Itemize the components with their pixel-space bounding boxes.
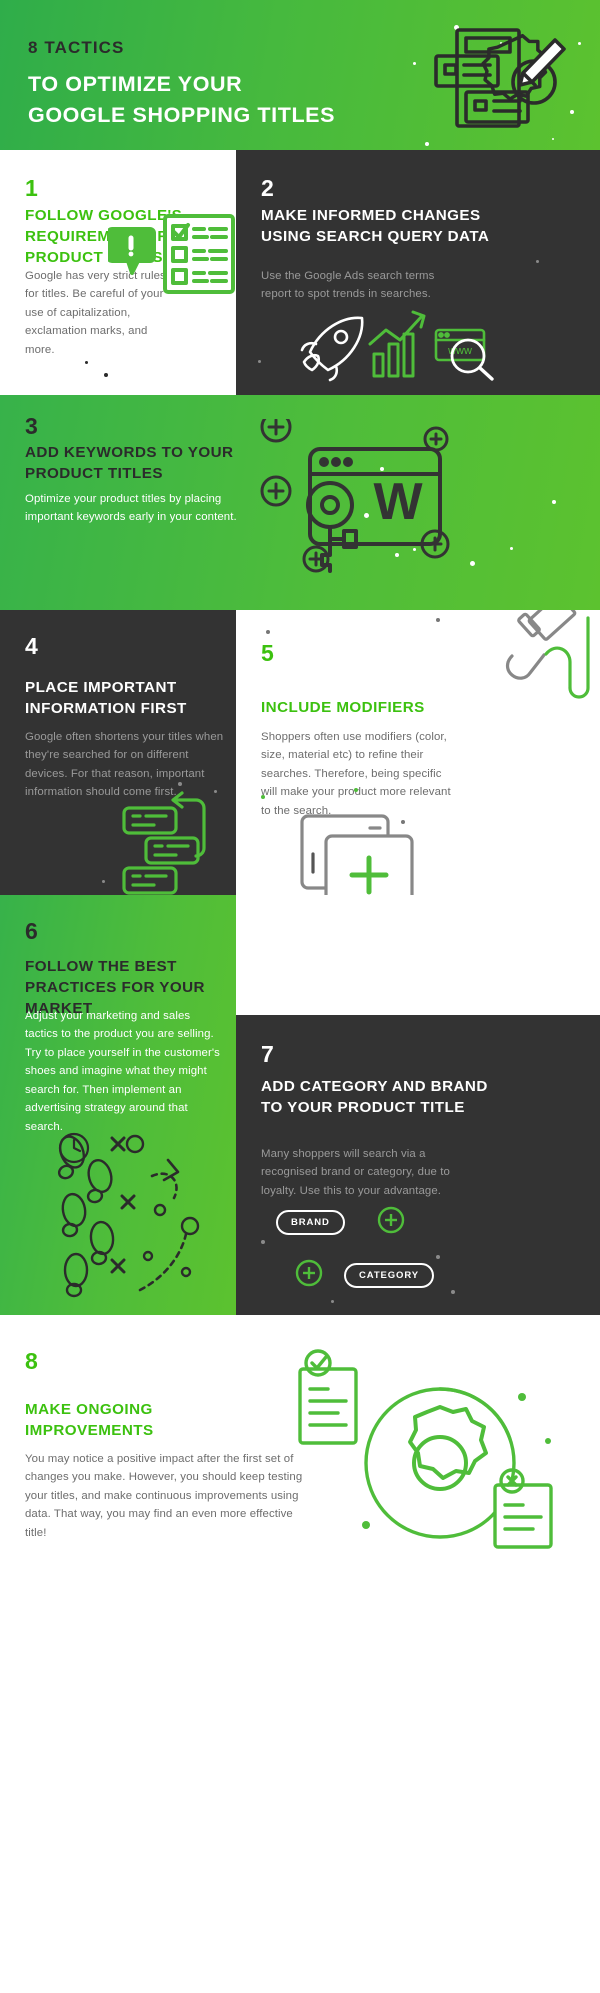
- header-banner: 8 TACTICS TO OPTIMIZE YOUR GOOGLE SHOPPI…: [0, 0, 600, 150]
- section-7-number: 7: [261, 1041, 274, 1067]
- section-6-number: 6: [25, 918, 38, 944]
- footprints-path-icon: [40, 1130, 215, 1310]
- stacked-cards-plus-icon: [296, 810, 436, 895]
- section-8-number: 8: [25, 1348, 38, 1374]
- section-6-body: Adjust your marketing and sales tactics …: [25, 1010, 220, 1133]
- header-headline-line1: TO OPTIMIZE YOUR: [28, 72, 243, 96]
- section-2-body: Use the Google Ads search terms report t…: [261, 270, 435, 301]
- section-7-body: Many shoppers will search via a recognis…: [261, 1148, 450, 1197]
- gear-settings-documents-icon: [290, 1345, 570, 1555]
- section-3: 3 ADD KEYWORDS TO YOUR PRODUCT TITLES Op…: [0, 395, 600, 610]
- section-5-number: 5: [261, 640, 274, 666]
- rocket-growth-chart-www-search-icon: www: [296, 300, 506, 382]
- header-kicker: 8 TACTICS: [28, 38, 125, 57]
- paint-roller-icon: [488, 610, 598, 706]
- header-text-block: 8 TACTICS TO OPTIMIZE YOUR GOOGLE SHOPPI…: [28, 38, 335, 130]
- section-1-number: 1: [25, 175, 38, 201]
- section-8-heading: MAKE ONGOING IMPROVEMENTS: [25, 1401, 154, 1439]
- category-tag-label: CATEGORY: [344, 1263, 434, 1288]
- section-7: 7 ADD CATEGORY AND BRAND TO YOUR PRODUCT…: [236, 1015, 600, 1315]
- section-6: 6 FOLLOW THE BEST PRACTICES FOR YOUR MAR…: [0, 895, 236, 1315]
- document-gear-pencil-icon: [422, 22, 572, 137]
- section-8: 8 MAKE ONGOING IMPROVEMENTS You may noti…: [0, 1315, 600, 1993]
- section-2: 2 MAKE INFORMED CHANGES USING SEARCH QUE…: [236, 150, 600, 395]
- section-4-number: 4: [25, 633, 38, 659]
- section-4-heading: PLACE IMPORTANT INFORMATION FIRST: [25, 679, 187, 717]
- section-2-number: 2: [261, 175, 274, 201]
- browser-keyword-key-icon: W: [258, 419, 458, 579]
- section-3-number: 3: [25, 413, 38, 439]
- brand-tag-label: BRAND: [276, 1210, 345, 1235]
- svg-text:W: W: [373, 473, 423, 531]
- plus-circle-icon-2: [295, 1259, 323, 1287]
- section-5: 5 INCLUDE MODIFIERS Shoppers often use m…: [236, 610, 600, 895]
- category-tag[interactable]: CATEGORY: [344, 1263, 434, 1288]
- section-3-body: Optimize your product titles by placing …: [25, 493, 237, 524]
- section-8-body: You may notice a positive impact after t…: [25, 1453, 303, 1539]
- checklist-and-alert-bubble-icon: [108, 213, 238, 294]
- header-headline-line2: GOOGLE SHOPPING TITLES: [28, 102, 336, 127]
- plus-circle-icon: [377, 1206, 405, 1234]
- section-3-heading: ADD KEYWORDS TO YOUR PRODUCT TITLES: [25, 444, 234, 482]
- section-2-heading: MAKE INFORMED CHANGES USING SEARCH QUERY…: [261, 207, 490, 245]
- brand-tag[interactable]: BRAND: [276, 1210, 345, 1235]
- section-7-heading: ADD CATEGORY AND BRAND TO YOUR PRODUCT T…: [261, 1078, 488, 1116]
- section-5-body: Shoppers often use modifiers (color, siz…: [261, 731, 451, 817]
- infographic-page: 8 TACTICS TO OPTIMIZE YOUR GOOGLE SHOPPI…: [0, 0, 600, 1993]
- reorder-list-cards-icon: [122, 790, 227, 895]
